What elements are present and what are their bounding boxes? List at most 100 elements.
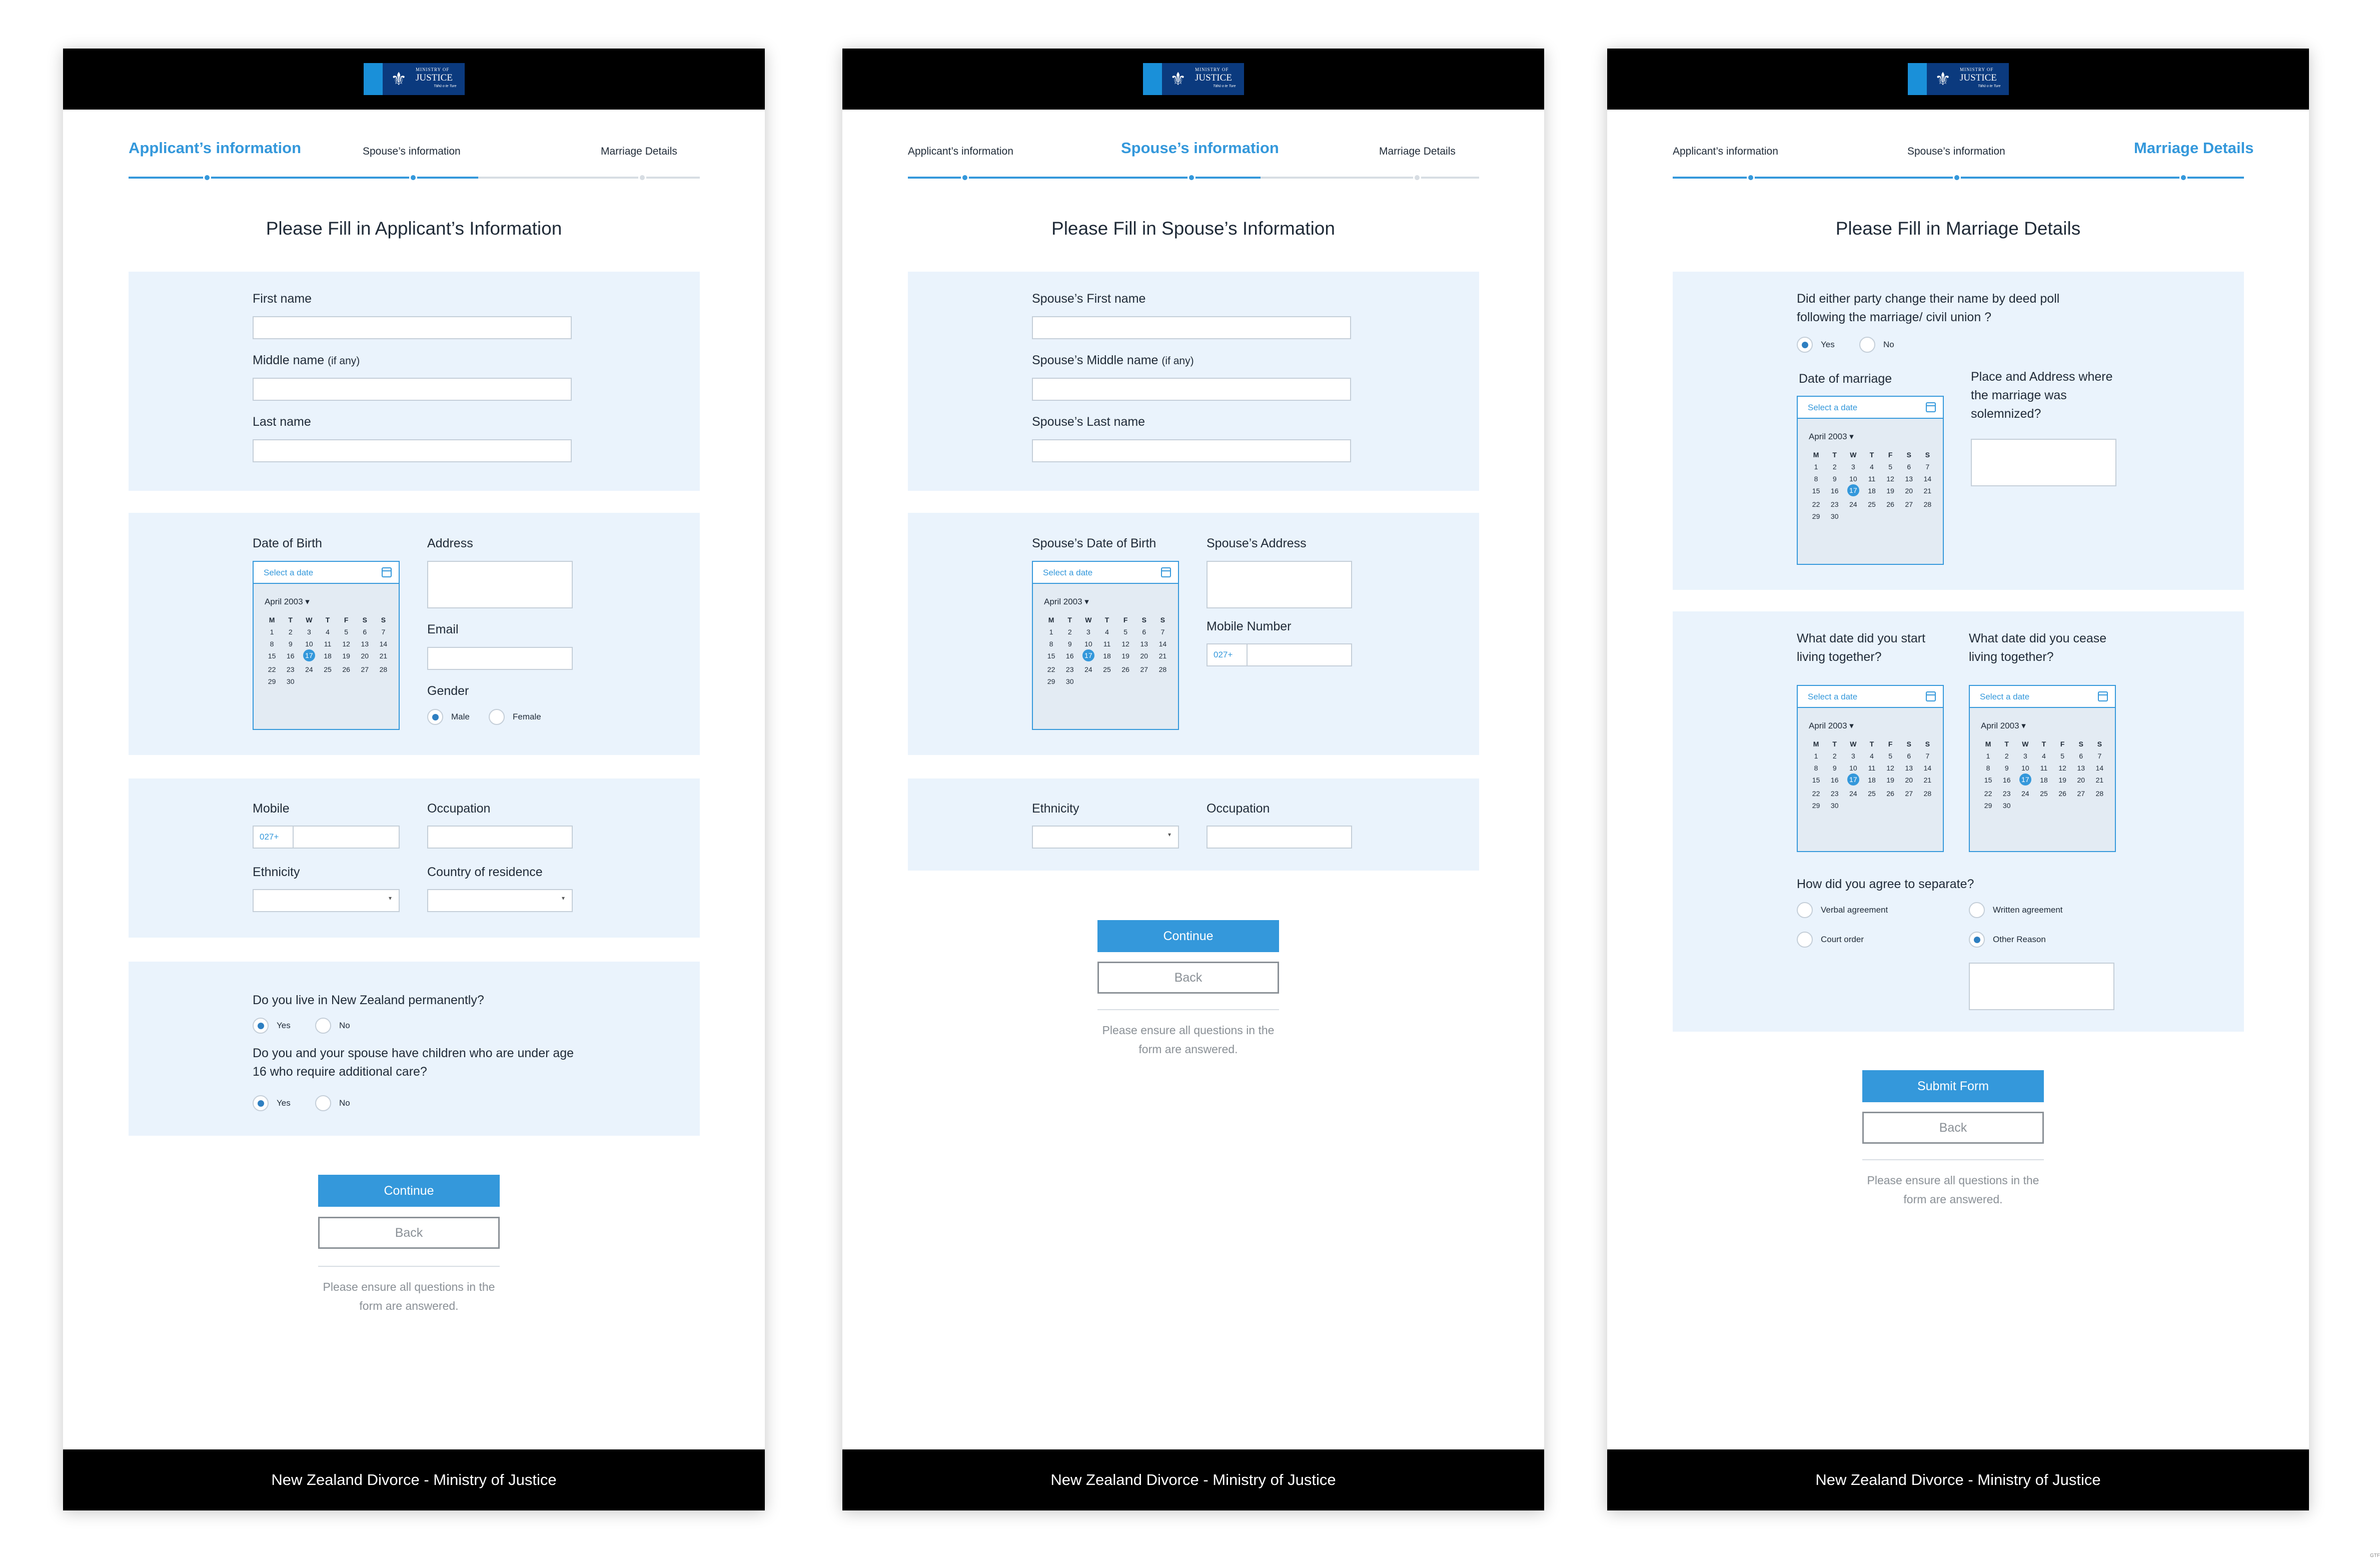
name-change-no-radio[interactable] bbox=[1859, 337, 1875, 353]
calendar-day[interactable]: 5 bbox=[1116, 628, 1135, 636]
ministry-logo[interactable]: ⚜ MINISTRY OF JUSTICE Tāhū o te Ture bbox=[1908, 63, 2009, 95]
calendar-month-select[interactable]: April 2003 ▾ bbox=[1044, 597, 1089, 607]
calendar-day[interactable]: 20 bbox=[356, 652, 374, 661]
calendar-day[interactable]: 7 bbox=[1918, 463, 1937, 471]
calendar-day[interactable]: 20 bbox=[1900, 487, 1918, 496]
calendar-day[interactable]: 26 bbox=[1116, 665, 1135, 673]
occupation-input[interactable] bbox=[1207, 826, 1352, 849]
calendar-day[interactable]: 22 bbox=[1042, 665, 1060, 673]
calendar-day[interactable]: 15 bbox=[1042, 652, 1060, 661]
calendar-day[interactable]: 4 bbox=[1097, 628, 1116, 636]
calendar-day[interactable]: 27 bbox=[1900, 790, 1918, 798]
last-name-input[interactable] bbox=[253, 439, 572, 462]
step-marriage[interactable]: Marriage Details bbox=[1379, 146, 1456, 158]
calendar-day[interactable]: 12 bbox=[2053, 764, 2072, 772]
calendar-day[interactable]: 26 bbox=[337, 665, 356, 673]
nz-no-radio[interactable] bbox=[315, 1018, 331, 1034]
calendar-day[interactable]: 6 bbox=[356, 628, 374, 636]
calendar-day[interactable]: 13 bbox=[2072, 764, 2090, 772]
spouse-middle-name-input[interactable] bbox=[1032, 378, 1351, 401]
calendar-day[interactable]: 1 bbox=[1042, 628, 1060, 636]
calendar-month-select[interactable]: April 2003 ▾ bbox=[1981, 721, 2026, 731]
calendar-day[interactable]: 10 bbox=[1844, 764, 1862, 772]
calendar-day-selected[interactable]: 17 bbox=[1847, 484, 1859, 496]
calendar-day[interactable]: 7 bbox=[2090, 752, 2109, 760]
calendar-day[interactable]: 29 bbox=[1042, 677, 1060, 685]
calendar-icon[interactable] bbox=[2098, 691, 2108, 701]
calendar-day[interactable]: 25 bbox=[1862, 790, 1881, 798]
calendar-day[interactable]: 26 bbox=[1881, 500, 1900, 508]
calendar-day[interactable]: 18 bbox=[1862, 776, 1881, 786]
calendar-day[interactable]: 29 bbox=[1807, 512, 1825, 520]
calendar-day[interactable]: 13 bbox=[356, 640, 374, 648]
calendar-day[interactable]: 28 bbox=[2090, 790, 2109, 798]
calendar-day[interactable]: 15 bbox=[1807, 776, 1825, 786]
calendar-month-select[interactable]: April 2003 ▾ bbox=[1809, 721, 1854, 731]
date-input[interactable]: Select a date bbox=[254, 562, 399, 584]
calendar-day[interactable]: 9 bbox=[1060, 640, 1079, 648]
step-applicant[interactable]: Applicant’s information bbox=[1673, 146, 1778, 158]
calendar-day[interactable]: 30 bbox=[1060, 677, 1079, 685]
calendar-day[interactable]: 24 bbox=[1844, 500, 1862, 508]
calendar-icon[interactable] bbox=[1161, 567, 1171, 577]
calendar-day[interactable]: 4 bbox=[2034, 752, 2053, 760]
calendar-day[interactable]: 1 bbox=[1807, 752, 1825, 760]
calendar-day[interactable]: 30 bbox=[281, 677, 300, 685]
calendar-day[interactable]: 22 bbox=[1979, 790, 1997, 798]
calendar-day[interactable]: 5 bbox=[2053, 752, 2072, 760]
calendar-day[interactable]: 20 bbox=[1900, 776, 1918, 786]
calendar-day[interactable]: 12 bbox=[1881, 764, 1900, 772]
calendar-day[interactable]: 6 bbox=[1900, 752, 1918, 760]
place-input[interactable] bbox=[1971, 439, 2116, 486]
marriage-date-picker[interactable]: Select a date April 2003 ▾ M T W T F S S 1 2 3 4 5 6 7 8… bbox=[1797, 396, 1944, 565]
other-reason-radio[interactable] bbox=[1969, 932, 1985, 948]
calendar-day[interactable]: 26 bbox=[2053, 790, 2072, 798]
calendar-day[interactable]: 14 bbox=[1918, 764, 1937, 772]
calendar-day[interactable]: 13 bbox=[1900, 475, 1918, 483]
calendar-day[interactable]: 2 bbox=[1060, 628, 1079, 636]
calendar-icon[interactable] bbox=[382, 567, 392, 577]
calendar-day[interactable]: 8 bbox=[263, 640, 281, 648]
calendar-day[interactable]: 2 bbox=[1997, 752, 2016, 760]
first-name-input[interactable] bbox=[253, 316, 572, 339]
middle-name-input[interactable] bbox=[253, 378, 572, 401]
calendar-day[interactable]: 21 bbox=[1918, 776, 1937, 786]
calendar-day[interactable]: 16 bbox=[1825, 487, 1844, 496]
calendar-day[interactable]: 10 bbox=[1079, 640, 1097, 648]
calendar-day[interactable]: 25 bbox=[318, 665, 337, 673]
calendar-day[interactable]: 6 bbox=[2072, 752, 2090, 760]
calendar-day[interactable]: 1 bbox=[263, 628, 281, 636]
calendar-day[interactable]: 10 bbox=[1844, 475, 1862, 483]
date-input[interactable]: Select a date bbox=[1033, 562, 1178, 584]
gender-female-radio[interactable] bbox=[489, 709, 505, 725]
calendar-day[interactable]: 5 bbox=[1881, 752, 1900, 760]
calendar-day[interactable]: 9 bbox=[1825, 475, 1844, 483]
calendar-day[interactable]: 11 bbox=[2034, 764, 2053, 772]
calendar-day[interactable]: 28 bbox=[1918, 790, 1937, 798]
calendar-day[interactable]: 19 bbox=[1881, 487, 1900, 496]
calendar-month-select[interactable]: April 2003 ▾ bbox=[1809, 432, 1854, 442]
country-select[interactable]: ▾ bbox=[427, 889, 573, 912]
calendar-day[interactable]: 4 bbox=[318, 628, 337, 636]
cease-living-date-picker[interactable]: Select a date April 2003 ▾ M T W T F S S 1 2 3 4 5 6 7 8… bbox=[1969, 685, 2116, 852]
calendar-day-selected[interactable]: 17 bbox=[303, 649, 315, 661]
calendar-day[interactable]: 21 bbox=[2090, 776, 2109, 786]
calendar-day[interactable]: 11 bbox=[318, 640, 337, 648]
back-button[interactable]: Back bbox=[1097, 962, 1279, 994]
calendar-day[interactable]: 5 bbox=[337, 628, 356, 636]
calendar-day[interactable]: 30 bbox=[1997, 802, 2016, 810]
calendar-day-selected[interactable]: 17 bbox=[1082, 649, 1094, 661]
calendar-day[interactable]: 27 bbox=[356, 665, 374, 673]
calendar-day[interactable]: 3 bbox=[300, 628, 318, 636]
calendar-icon[interactable] bbox=[1926, 402, 1936, 412]
step-marriage[interactable]: Marriage Details bbox=[2134, 139, 2254, 157]
name-change-yes-radio[interactable] bbox=[1797, 337, 1813, 353]
start-living-date-picker[interactable]: Select a date April 2003 ▾ M T W T F S S 1 2 3 4 5 6 7 8… bbox=[1797, 685, 1944, 852]
court-order-radio[interactable] bbox=[1797, 932, 1813, 948]
ethnicity-select[interactable]: ▾ bbox=[1032, 826, 1179, 849]
calendar-day[interactable]: 28 bbox=[374, 665, 393, 673]
calendar-day[interactable]: 19 bbox=[2053, 776, 2072, 786]
calendar-day[interactable]: 14 bbox=[1153, 640, 1172, 648]
ethnicity-select[interactable]: ▾ bbox=[253, 889, 400, 912]
other-reason-input[interactable] bbox=[1969, 963, 2114, 1010]
